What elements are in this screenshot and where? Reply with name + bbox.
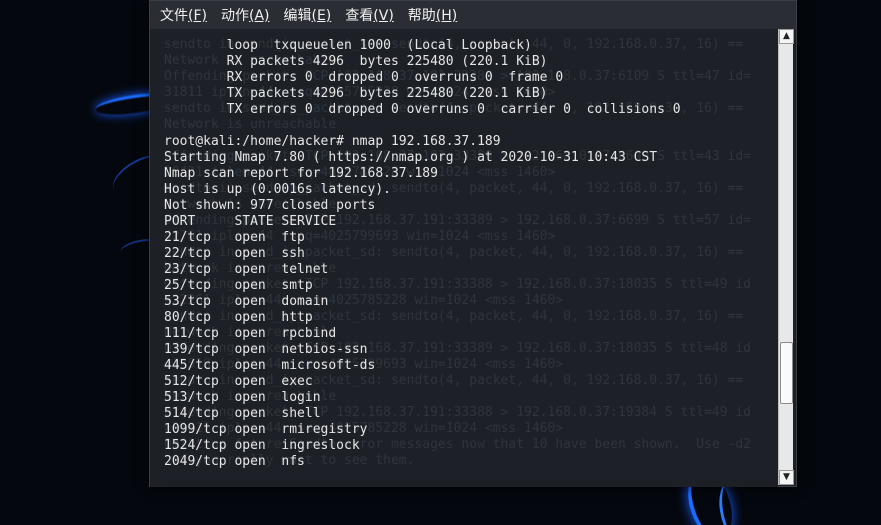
- scroll-down-arrow-icon[interactable]: ▼: [779, 470, 794, 485]
- terminal-area[interactable]: sendto in send_ip_packet_sd: sendto(4, p…: [150, 29, 778, 487]
- menu-action[interactable]: 动作(A): [221, 5, 270, 25]
- terminal-line: TX packets 4296 bytes 225480 (220.1 KiB): [164, 86, 548, 101]
- terminal-line: loop txqueuelen 1000 (Local Loopback): [164, 38, 532, 53]
- terminal-line: TX errors 0 dropped 0 overruns 0 carrier…: [164, 102, 681, 117]
- terminal-line: RX packets 4296 bytes 225480 (220.1 KiB): [164, 54, 548, 69]
- terminal-line: 445/tcp open microsoft-ds: [164, 358, 376, 373]
- menu-file[interactable]: 文件(F): [160, 5, 207, 25]
- scrollbar-thumb[interactable]: [780, 342, 793, 405]
- terminal-line: 21/tcp open ftp: [164, 230, 305, 245]
- terminal-line: 514/tcp open shell: [164, 406, 321, 421]
- terminal-line: 111/tcp open rpcbind: [164, 326, 337, 341]
- terminal-window: 文件(F) 动作(A) 编辑(E) 查看(V) 帮助(H) sendto in …: [149, 0, 797, 487]
- terminal-line: Not shown: 977 closed ports: [164, 198, 376, 213]
- terminal-line: Starting Nmap 7.80 ( https://nmap.org ) …: [164, 150, 658, 165]
- terminal-line: Nmap scan report for 192.168.37.189: [164, 166, 438, 181]
- vertical-scrollbar[interactable]: ▲ ▼: [778, 29, 794, 485]
- terminal-line: Host is up (0.0016s latency).: [164, 182, 391, 197]
- terminal-line: 80/tcp open http: [164, 310, 313, 325]
- terminal-line: 139/tcp open netbios-ssn: [164, 342, 368, 357]
- terminal-line: 23/tcp open telnet: [164, 262, 329, 277]
- menu-bar: 文件(F) 动作(A) 编辑(E) 查看(V) 帮助(H): [150, 1, 796, 29]
- menu-edit[interactable]: 编辑(E): [284, 5, 332, 25]
- terminal-line: root@kali:/home/hacker# nmap 192.168.37.…: [164, 134, 501, 149]
- terminal-output: loop txqueuelen 1000 (Local Loopback) RX…: [164, 38, 774, 470]
- terminal-line: 2049/tcp open nfs: [164, 454, 305, 469]
- scroll-up-arrow-icon[interactable]: ▲: [779, 29, 794, 44]
- terminal-line: 1524/tcp open ingreslock: [164, 438, 360, 453]
- menu-help[interactable]: 帮助(H): [408, 5, 457, 25]
- terminal-line: 1099/tcp open rmiregistry: [164, 422, 368, 437]
- terminal-line: 512/tcp open exec: [164, 374, 313, 389]
- terminal-line: 513/tcp open login: [164, 390, 321, 405]
- menu-view[interactable]: 查看(V): [345, 5, 394, 25]
- terminal-line: 22/tcp open ssh: [164, 246, 305, 261]
- terminal-line: 25/tcp open smtp: [164, 278, 313, 293]
- terminal-line: RX errors 0 dropped 0 overruns 0 frame 0: [164, 70, 564, 85]
- terminal-line: 53/tcp open domain: [164, 294, 329, 309]
- terminal-line: PORT STATE SERVICE: [164, 214, 337, 229]
